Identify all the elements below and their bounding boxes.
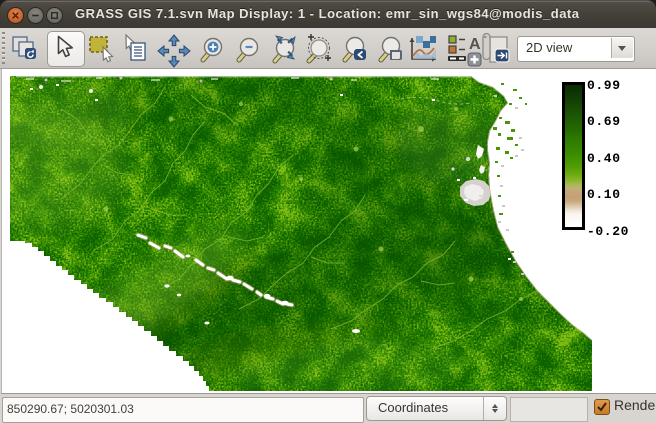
svg-text:A: A xyxy=(469,36,481,53)
